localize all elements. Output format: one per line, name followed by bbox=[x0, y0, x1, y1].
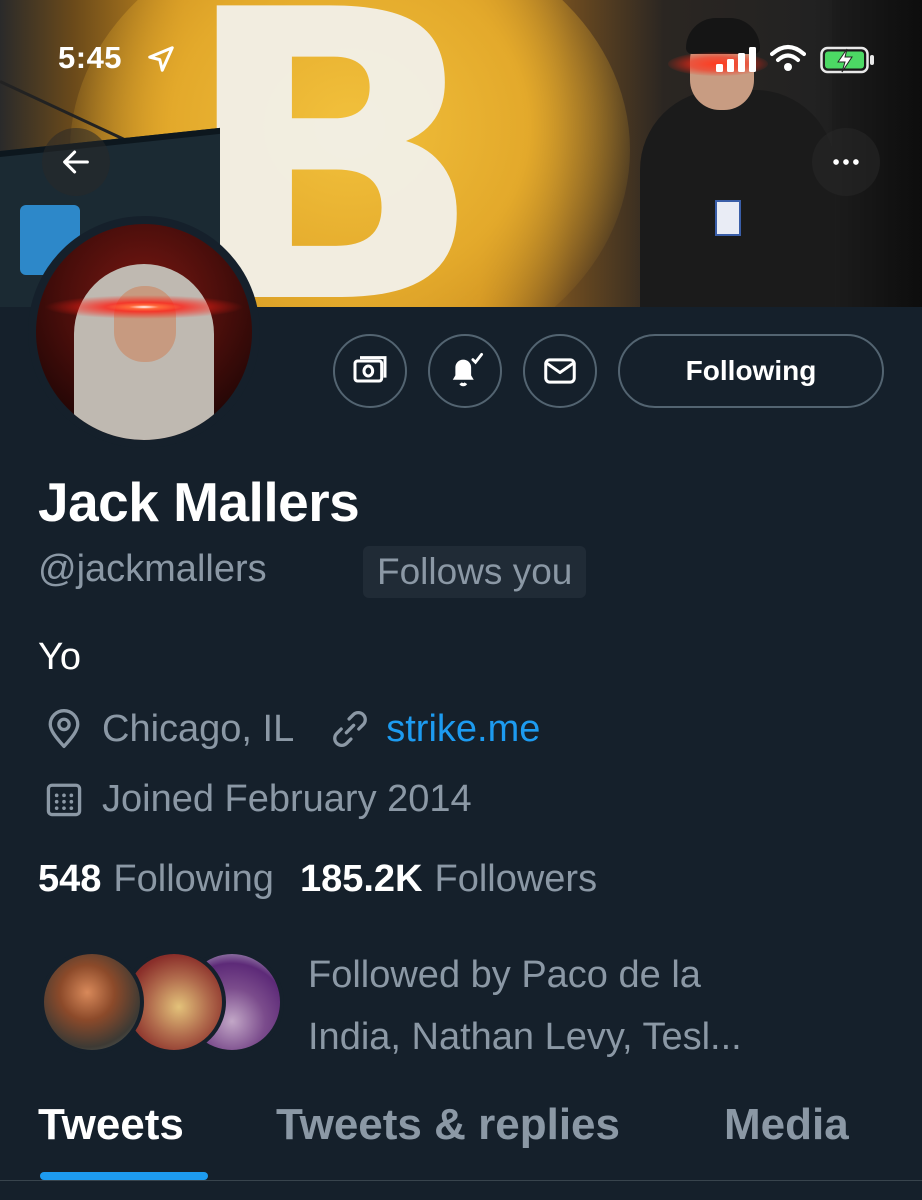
followed-by-avatar[interactable] bbox=[40, 950, 144, 1054]
location-arrow-icon bbox=[148, 46, 174, 72]
back-button[interactable] bbox=[42, 128, 110, 196]
following-stat[interactable]: 548 Following bbox=[38, 858, 300, 901]
followers-stat[interactable]: 185.2K Followers bbox=[300, 858, 623, 901]
profile-tabs: Tweets Tweets & replies Media bbox=[0, 1100, 922, 1200]
profile-stats: 548 Following 185.2K Followers bbox=[38, 858, 623, 901]
avatar-laser-eyes bbox=[36, 294, 252, 320]
follows-you-badge: Follows you bbox=[363, 546, 587, 598]
following-count: 548 bbox=[38, 858, 102, 900]
tip-button[interactable] bbox=[333, 334, 407, 408]
followed-by-text[interactable]: Followed by Paco de la India, Nathan Lev… bbox=[308, 944, 828, 1068]
profile-bio: Yo bbox=[38, 636, 81, 678]
following-button[interactable]: Following bbox=[618, 334, 884, 408]
bell-check-icon bbox=[452, 352, 484, 387]
profile-location: Chicago, IL bbox=[102, 707, 295, 750]
tab-media[interactable]: Media bbox=[724, 1100, 849, 1150]
money-icon bbox=[353, 356, 387, 383]
notifications-button[interactable] bbox=[428, 334, 502, 408]
banner-speaker-body bbox=[640, 90, 835, 307]
banner-speaker-badge bbox=[715, 200, 741, 236]
arrow-left-icon bbox=[63, 150, 89, 174]
avatar-photo bbox=[36, 224, 252, 440]
tab-tweets[interactable]: Tweets bbox=[38, 1100, 184, 1150]
profile-name: Jack Mallers bbox=[38, 471, 360, 533]
ellipsis-icon bbox=[833, 159, 859, 165]
link-icon bbox=[324, 706, 376, 752]
followed-by-line: India, Nathan Levy, Tesl... bbox=[308, 1016, 742, 1058]
cellular-signal-icon bbox=[716, 47, 756, 72]
profile-handle: @jackmallers bbox=[38, 548, 267, 590]
followers-stat-label: Followers bbox=[434, 858, 598, 900]
envelope-icon bbox=[544, 358, 576, 384]
battery-charging-icon bbox=[820, 46, 874, 74]
profile-joined-date: Joined February 2014 bbox=[102, 777, 472, 820]
following-stat-label: Following bbox=[113, 858, 274, 900]
profile-meta-location-row: Chicago, IL strike.me bbox=[38, 706, 540, 752]
followers-count: 185.2K bbox=[299, 858, 423, 900]
wifi-icon bbox=[770, 45, 806, 71]
message-button[interactable] bbox=[523, 334, 597, 408]
more-options-button[interactable] bbox=[812, 128, 880, 196]
followed-by-line: Followed by Paco de la bbox=[308, 954, 701, 996]
active-tab-indicator bbox=[40, 1172, 208, 1180]
location-pin-icon bbox=[38, 706, 90, 752]
profile-meta-joined-row: Joined February 2014 bbox=[38, 776, 472, 822]
status-time: 5:45 bbox=[58, 40, 123, 75]
profile-avatar[interactable] bbox=[28, 216, 260, 448]
calendar-icon bbox=[38, 776, 90, 822]
tabs-divider bbox=[0, 1180, 922, 1181]
tab-tweets-and-replies[interactable]: Tweets & replies bbox=[276, 1100, 620, 1150]
profile-website-link[interactable]: strike.me bbox=[386, 708, 540, 751]
